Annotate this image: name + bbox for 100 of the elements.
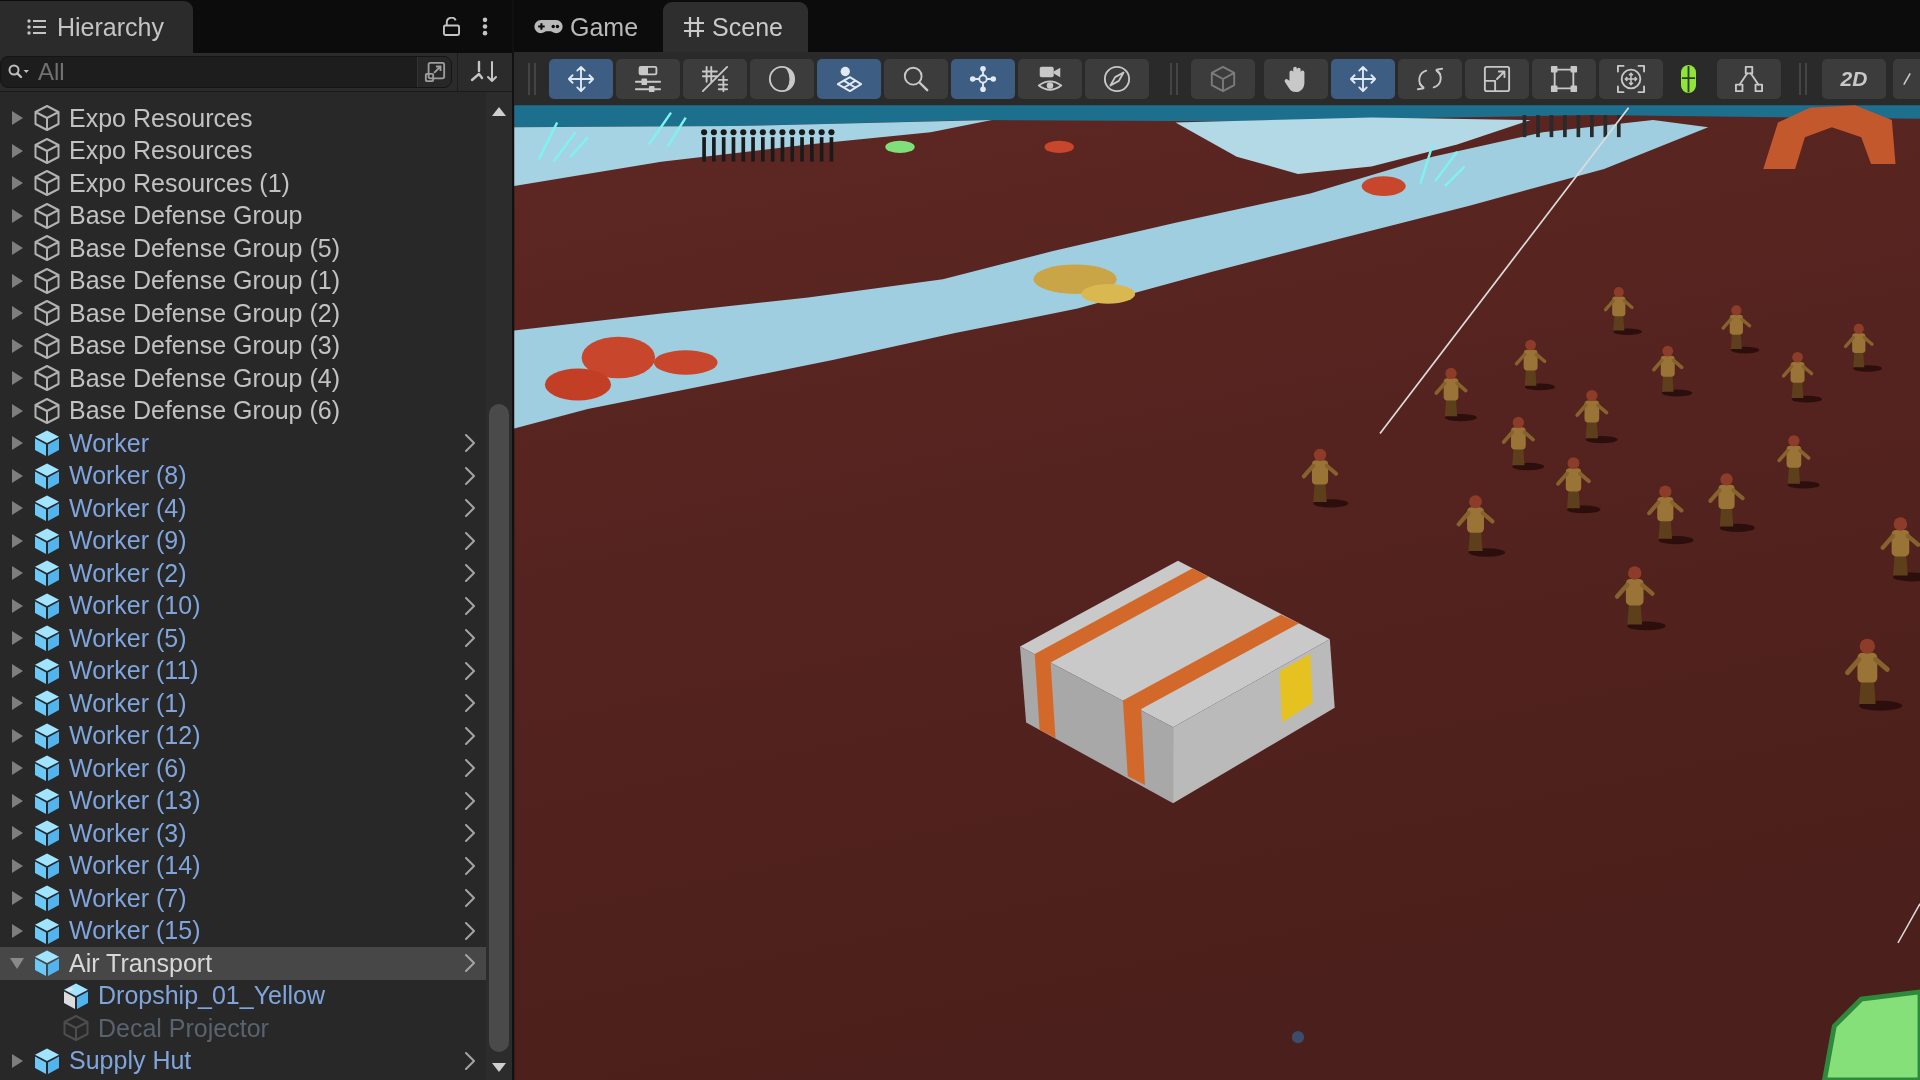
chevron-right-icon[interactable] [465,499,475,518]
triangle-right-icon[interactable] [11,306,23,321]
hierarchy-item[interactable]: Worker [0,427,486,460]
drag-handle[interactable] [1170,62,1178,95]
triangle-right-icon[interactable] [11,501,23,516]
chevron-right-icon[interactable] [465,791,475,810]
hierarchy-item[interactable]: Worker (10) [0,589,486,622]
toolbar-button[interactable]: 2D [1822,58,1886,99]
triangle-right-icon[interactable] [11,241,23,256]
tab[interactable]: Hierarchy [0,1,193,53]
chevron-right-icon[interactable] [465,1051,475,1070]
toolbar-button[interactable] [1018,58,1082,99]
hierarchy-item[interactable]: Worker (7) [0,882,486,915]
toolbar-button[interactable] [1398,58,1462,99]
triangle-right-icon[interactable] [11,436,23,451]
chevron-right-icon[interactable] [465,921,475,940]
hierarchy-item[interactable]: Worker (15) [0,914,486,947]
hierarchy-item[interactable]: Worker (3) [0,817,486,850]
hierarchy-item[interactable]: Expo Resources (1) [0,167,486,200]
triangle-down-icon[interactable] [10,957,24,969]
hierarchy-item[interactable]: Worker (14) [0,849,486,882]
tab[interactable]: Scene [663,2,808,52]
hierarchy-item[interactable]: Base Defense Group (6) [0,394,486,427]
chevron-right-icon[interactable] [465,856,475,875]
triangle-right-icon[interactable] [11,598,23,613]
toolbar-button[interactable] [683,58,747,99]
triangle-right-icon[interactable] [11,1053,23,1068]
popout-button[interactable] [417,57,451,87]
toolbar-button[interactable] [1465,58,1529,99]
chevron-right-icon[interactable] [465,629,475,648]
hierarchy-item[interactable]: Base Defense Group (5) [0,232,486,265]
scroll-up-icon[interactable] [492,107,506,116]
chevron-right-icon[interactable] [465,596,475,615]
chevron-right-icon[interactable] [465,759,475,778]
chevron-right-icon[interactable] [465,434,475,453]
triangle-right-icon[interactable] [11,858,23,873]
toolbar-button[interactable] [1599,58,1663,99]
hierarchy-item[interactable]: Worker (12) [0,719,486,752]
toolbar-button[interactable] [951,58,1015,99]
hierarchy-item[interactable]: Worker (9) [0,524,486,557]
triangle-right-icon[interactable] [11,533,23,548]
toolbar-button[interactable] [750,58,814,99]
triangle-right-icon[interactable] [11,793,23,808]
search-field[interactable]: All [0,56,452,88]
hierarchy-item[interactable]: Worker (13) [0,784,486,817]
drag-handle[interactable] [1799,62,1807,95]
search-icon[interactable] [8,64,30,80]
drag-handle[interactable] [528,62,536,95]
triangle-right-icon[interactable] [11,663,23,678]
triangle-right-icon[interactable] [11,176,23,191]
sort-icon[interactable] [470,60,500,84]
hierarchy-item[interactable]: Expo Resources [0,134,486,167]
hierarchy-item[interactable]: Supply Hut [0,1044,486,1077]
toolbar-button[interactable] [817,58,881,99]
triangle-right-icon[interactable] [11,208,23,223]
chevron-right-icon[interactable] [465,726,475,745]
hierarchy-item[interactable]: Air Transport [0,947,486,980]
toolbar-button[interactable] [1085,58,1149,99]
triangle-right-icon[interactable] [11,891,23,906]
triangle-right-icon[interactable] [11,566,23,581]
triangle-right-icon[interactable] [11,273,23,288]
scrollbar-thumb[interactable] [489,404,509,1052]
hierarchy-item[interactable]: Base Defense Group (4) [0,362,486,395]
hierarchy-item[interactable]: Dropship_01_Yellow [0,979,486,1012]
triangle-right-icon[interactable] [11,403,23,418]
hierarchy-item[interactable]: Worker (2) [0,557,486,590]
lock-icon[interactable] [443,17,460,36]
chevron-right-icon[interactable] [465,954,475,973]
triangle-right-icon[interactable] [11,631,23,646]
hierarchy-item[interactable]: Worker (4) [0,492,486,525]
chevron-right-icon[interactable] [465,889,475,908]
hierarchy-item[interactable]: Base Defense Group (3) [0,329,486,362]
toolbar-button[interactable] [1532,58,1596,99]
triangle-right-icon[interactable] [11,696,23,711]
triangle-right-icon[interactable] [11,923,23,938]
hierarchy-item[interactable]: Expo Resources [0,102,486,135]
hierarchy-item[interactable]: Worker (11) [0,654,486,687]
triangle-right-icon[interactable] [11,371,23,386]
toolbar-button[interactable] [884,58,948,99]
chevron-right-icon[interactable] [465,466,475,485]
triangle-right-icon[interactable] [11,826,23,841]
hierarchy-item[interactable]: Worker (6) [0,752,486,785]
triangle-right-icon[interactable] [11,761,23,776]
hierarchy-item[interactable]: Worker (8) [0,459,486,492]
toolbar-button[interactable] [549,58,613,99]
hierarchy-item[interactable]: Worker (5) [0,622,486,655]
chevron-right-icon[interactable] [465,694,475,713]
chevron-right-icon[interactable] [465,564,475,583]
toolbar-button[interactable] [1717,58,1781,99]
hierarchy-item[interactable]: Base Defense Group (2) [0,297,486,330]
tab[interactable]: Game [514,2,664,52]
kebab-menu-icon[interactable] [482,17,488,36]
scrollbar[interactable] [486,92,512,1080]
chevron-right-icon[interactable] [465,824,475,843]
toolbar-button[interactable] [1264,58,1328,99]
triangle-right-icon[interactable] [11,468,23,483]
scroll-down-icon[interactable] [492,1063,506,1072]
hierarchy-item[interactable]: Base Defense Group [0,199,486,232]
triangle-right-icon[interactable] [11,111,23,126]
toolbar-button[interactable] [1331,58,1395,99]
